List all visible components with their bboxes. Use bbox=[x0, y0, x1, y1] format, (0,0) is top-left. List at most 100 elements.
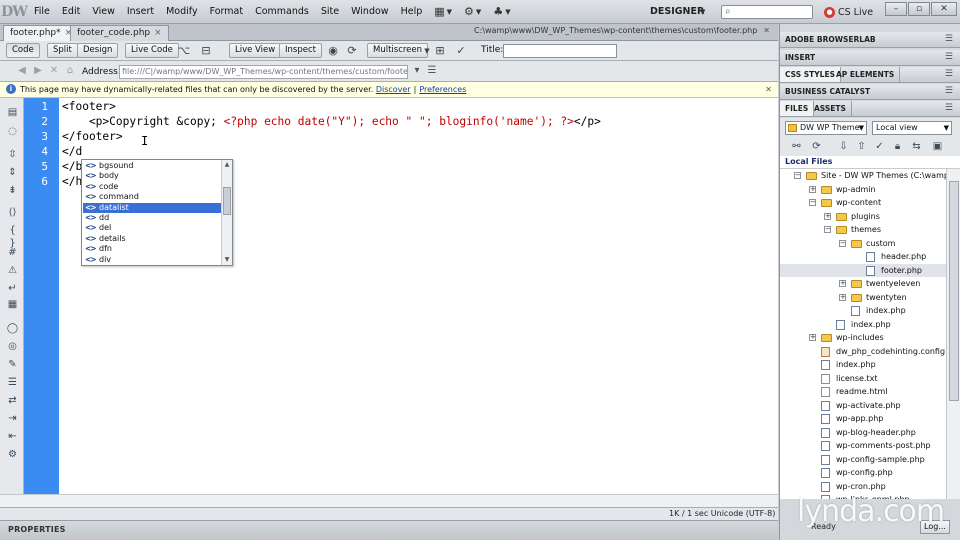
visual-aids-icon[interactable]: ⊞ bbox=[433, 44, 447, 58]
chevron-down-icon[interactable]: ▼ bbox=[420, 44, 434, 58]
indent-icon[interactable]: ⇥ bbox=[6, 412, 19, 425]
tab-footer-code-php[interactable]: footer_code.php × bbox=[70, 25, 169, 41]
expand-icon[interactable]: + bbox=[809, 334, 816, 341]
outdent-icon[interactable]: ⇤ bbox=[6, 430, 19, 443]
expand-icon[interactable]: + bbox=[839, 293, 846, 301]
properties-panel-header[interactable]: PROPERTIES bbox=[0, 520, 778, 540]
stop-icon[interactable]: ✕ bbox=[48, 65, 60, 77]
menu-file[interactable]: File bbox=[28, 0, 56, 24]
check-in-icon[interactable]: 🔒︎ bbox=[891, 140, 904, 153]
tab-close-icon[interactable]: × bbox=[154, 28, 162, 38]
live-view-options-icon[interactable]: ☰ bbox=[426, 65, 438, 77]
menu-modify[interactable]: Modify bbox=[160, 0, 203, 24]
layout-menu-icon[interactable]: ▦ ▼ bbox=[428, 0, 458, 24]
connect-icon[interactable]: ⚯ bbox=[790, 140, 803, 153]
tree-row[interactable]: header.php bbox=[780, 250, 946, 264]
check-out-icon[interactable]: ✓ bbox=[873, 140, 886, 153]
address-dropdown-icon[interactable]: ▾ bbox=[411, 65, 423, 77]
line-numbers-icon[interactable]: # bbox=[6, 246, 19, 259]
tree-row[interactable]: readme.html bbox=[780, 385, 946, 399]
menu-view[interactable]: View bbox=[86, 0, 121, 24]
apply-comment-icon[interactable]: ◯ bbox=[6, 322, 19, 335]
file-tree-scrollbar[interactable] bbox=[946, 169, 960, 499]
refresh-icon[interactable]: ⟳ bbox=[345, 44, 359, 58]
expand-icon[interactable]: + bbox=[839, 280, 846, 287]
refresh-icon[interactable]: ⟳ bbox=[810, 140, 823, 153]
tree-row[interactable]: − wp-content bbox=[780, 196, 946, 210]
tree-row[interactable]: wp-activate.php bbox=[780, 399, 946, 413]
hint-item[interactable]: <> dd bbox=[83, 213, 222, 223]
panel-menu-icon[interactable]: ☰ bbox=[945, 101, 953, 116]
panel-menu-icon[interactable]: ☰ bbox=[945, 84, 953, 99]
hint-item[interactable]: <> body bbox=[83, 171, 222, 181]
word-wrap-icon[interactable]: ↵ bbox=[6, 282, 19, 295]
tree-row[interactable]: index.php bbox=[780, 358, 946, 372]
insert-panel-header[interactable]: INSERT ☰ bbox=[780, 50, 960, 66]
tree-row[interactable]: − themes bbox=[780, 223, 946, 237]
discover-link[interactable]: Discover bbox=[376, 85, 411, 94]
minimize-icon[interactable]: – bbox=[885, 2, 907, 16]
remove-comment-icon[interactable]: ◎ bbox=[6, 340, 19, 353]
menu-format[interactable]: Format bbox=[204, 0, 249, 24]
live-code-button[interactable]: Live Code bbox=[125, 43, 179, 58]
menu-commands[interactable]: Commands bbox=[249, 0, 315, 24]
collapse-icon[interactable]: − bbox=[809, 199, 816, 206]
cs-live-button[interactable]: ● CS Live bbox=[824, 4, 873, 20]
panel-menu-icon[interactable]: ☰ bbox=[945, 67, 953, 82]
business-catalyst-panel-header[interactable]: BUSINESS CATALYST ☰ bbox=[780, 84, 960, 100]
expand-panel-icon[interactable]: ▣ bbox=[931, 140, 944, 153]
preferences-link[interactable]: Preferences bbox=[419, 85, 466, 94]
split-view-button[interactable]: Split bbox=[47, 43, 78, 58]
hint-item[interactable]: <> div bbox=[83, 255, 222, 265]
scroll-up-icon[interactable]: ▲ bbox=[222, 161, 232, 168]
tab-ap-elements[interactable]: AP ELEMENTS bbox=[831, 67, 901, 82]
debug-icon[interactable]: ⌥ bbox=[177, 44, 191, 58]
close-icon[interactable]: ✕ bbox=[931, 2, 957, 16]
tree-row[interactable]: wp-config.php bbox=[780, 466, 946, 480]
file-tree[interactable]: − Site - DW WP Themes (C:\wamp\... + wp-adm… bbox=[780, 169, 946, 499]
home-icon[interactable]: ⌂ bbox=[64, 65, 76, 77]
tree-row[interactable]: + wp-includes bbox=[780, 331, 946, 345]
tree-row[interactable]: wp-cron.php bbox=[780, 480, 946, 494]
tree-row[interactable]: wp-app.php bbox=[780, 412, 946, 426]
code-view-button[interactable]: Code bbox=[6, 43, 40, 58]
highlight-invalid-icon[interactable]: ⚠ bbox=[6, 264, 19, 277]
browserlab-panel-header[interactable]: ADOBE BROWSERLAB ☰ bbox=[780, 32, 960, 48]
design-view-button[interactable]: Design bbox=[77, 43, 119, 58]
tree-row[interactable]: index.php bbox=[780, 304, 946, 318]
gear-icon[interactable]: ⚙ ▼ bbox=[458, 0, 487, 24]
tree-row[interactable]: + twentyeleven bbox=[780, 277, 946, 291]
extend-icon[interactable]: ♣ ▼ bbox=[487, 0, 516, 24]
view-select[interactable]: Local view ▼ bbox=[872, 121, 952, 135]
check-page-icon[interactable]: ✓ bbox=[454, 44, 468, 58]
wrap-tag-icon[interactable]: ✎ bbox=[6, 358, 19, 371]
browser-preview-icon[interactable]: ◉ bbox=[326, 44, 340, 58]
tree-row[interactable]: footer.php bbox=[780, 263, 946, 277]
hint-item[interactable]: <> bgsound bbox=[83, 161, 222, 171]
synchronize-icon[interactable]: ⇆ bbox=[910, 140, 923, 153]
forward-icon[interactable]: ▶ bbox=[32, 65, 44, 77]
expand-icon[interactable]: + bbox=[809, 185, 816, 193]
move-css-icon[interactable]: ⇄ bbox=[6, 394, 19, 407]
tab-footer-php[interactable]: footer.php* × bbox=[3, 25, 80, 41]
syntax-coloring-icon[interactable]: ▦ bbox=[6, 298, 19, 311]
help-search-input[interactable]: ⌕ bbox=[721, 5, 813, 19]
collapse-icon[interactable]: − bbox=[824, 226, 831, 233]
tree-row[interactable]: wp-comments-post.php bbox=[780, 439, 946, 453]
back-icon[interactable]: ◀ bbox=[16, 65, 28, 77]
hint-item[interactable]: <> dfn bbox=[83, 244, 222, 254]
expand-icon[interactable]: + bbox=[824, 212, 831, 220]
get-files-icon[interactable]: ⇩ bbox=[837, 140, 850, 153]
scroll-thumb[interactable] bbox=[949, 181, 959, 401]
multiscreen-button[interactable]: Multiscreen bbox=[367, 43, 429, 58]
document-close-icon[interactable]: ✕ bbox=[763, 26, 770, 35]
panel-menu-icon[interactable]: ☰ bbox=[945, 50, 953, 65]
tree-row[interactable]: + twentyten bbox=[780, 291, 946, 305]
menu-site[interactable]: Site bbox=[315, 0, 345, 24]
horizontal-scrollbar[interactable] bbox=[0, 494, 778, 507]
tab-assets[interactable]: ASSETS bbox=[809, 101, 852, 116]
inspect-button[interactable]: Inspect bbox=[279, 43, 322, 58]
infobar-close-icon[interactable]: ✕ bbox=[765, 82, 772, 97]
collapse-tag-icon[interactable]: ⇳ bbox=[6, 148, 19, 161]
tree-row[interactable]: + plugins bbox=[780, 210, 946, 224]
